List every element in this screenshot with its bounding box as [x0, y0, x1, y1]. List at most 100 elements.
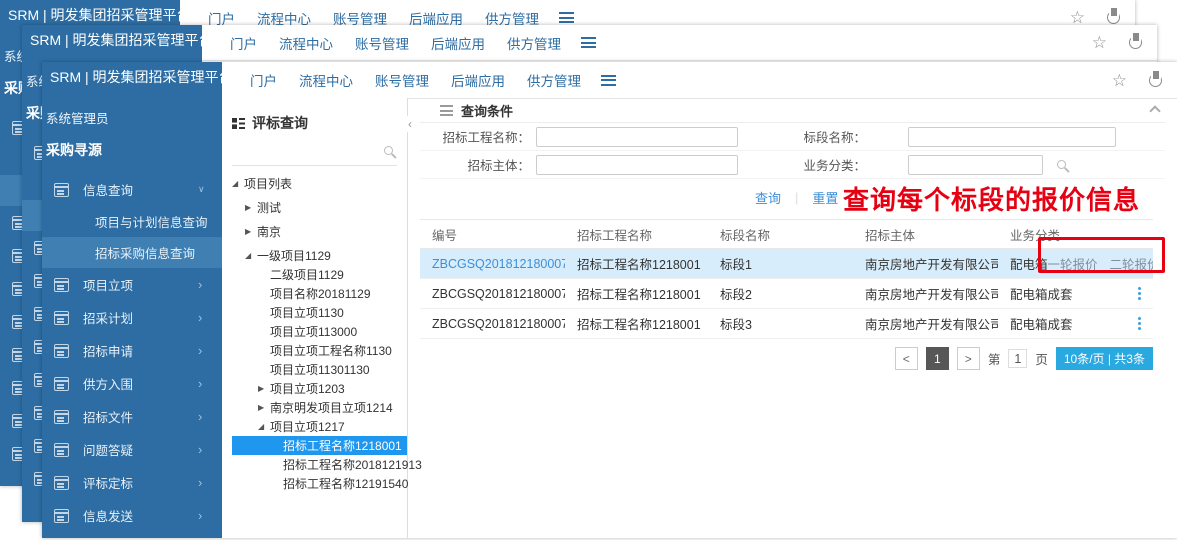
sidebar-menu-item[interactable]: 招标申请 [42, 334, 222, 367]
nav-item[interactable]: 门户 [230, 33, 257, 53]
tree-node[interactable]: 项目立项1130 [232, 303, 397, 322]
tree-node[interactable]: 南京明发项目立项1214 [232, 398, 397, 417]
row-id-link[interactable]: ZBCGSQ201812180007 [432, 257, 565, 271]
next-page-button[interactable]: > [957, 347, 980, 370]
screen: SRM | 明发集团招采管理平台 系统管理员 采购寻源 信息查询 项目与计划信息… [0, 0, 1177, 540]
tree-node[interactable]: 招标工程名称1218001 [232, 436, 407, 455]
tree-expander-icon[interactable] [258, 385, 270, 393]
query-buttons: 查询 | 重置 [420, 179, 1165, 215]
nav-item[interactable]: 后端应用 [451, 70, 505, 90]
table-row[interactable]: ZBCGSQ201812180007 招标工程名称1218001 标段3 南京房… [420, 309, 1153, 339]
row-actions: 一轮报价 二轮报价 [1048, 254, 1153, 273]
nav-item[interactable]: 流程中心 [299, 70, 353, 90]
sidebar-menu-item[interactable]: 信息查询 [42, 173, 222, 206]
category-value: 配电箱成套 [1010, 284, 1073, 303]
cell-entity: 南京房地产开发有限公司 [853, 249, 998, 279]
tree-expander-icon[interactable] [258, 423, 270, 431]
tree-node[interactable]: 项目立项1203 [232, 379, 397, 398]
sidebar-menu-item[interactable]: 招采计划 [42, 301, 222, 334]
hamburger-icon[interactable] [559, 12, 574, 23]
tree-expander-icon[interactable] [245, 252, 257, 260]
second-round-quote-button[interactable]: 二轮报价 [1110, 254, 1153, 273]
tree-node[interactable]: 项目立项11301130 [232, 360, 397, 379]
tree-search-input[interactable] [232, 140, 397, 164]
field-label-entity: 招标主体： [420, 155, 530, 174]
page-size-summary-badge[interactable]: 10条/页 | 共3条 [1056, 347, 1153, 370]
hamburger-icon[interactable] [581, 37, 596, 48]
tree-node[interactable]: 二级项目1129 [232, 265, 397, 284]
nav-item[interactable]: 供方管理 [527, 70, 581, 90]
tree-node[interactable]: 项目列表 [232, 174, 397, 193]
tree-expander-icon[interactable] [245, 204, 257, 212]
project-name-input[interactable] [536, 127, 738, 147]
app-title: SRM | 明发集团招采管理平台 [22, 25, 202, 55]
query-form-row-1: 招标工程名称： 标段名称： [420, 123, 1165, 151]
tree-expander-icon[interactable] [232, 180, 244, 188]
table-row[interactable]: ZBCGSQ201812180007 招标工程名称1218001 标段2 南京房… [420, 279, 1153, 309]
sidebar-item-label: 信息查询 [83, 180, 184, 199]
row-more-menu-icon[interactable] [1138, 317, 1141, 330]
document-icon [54, 377, 69, 391]
nav-item[interactable]: 供方管理 [507, 33, 561, 53]
sidebar-menu-item[interactable]: 招标采购信息查询 [42, 237, 222, 268]
divider: | [795, 190, 798, 205]
logout-power-icon[interactable] [1129, 36, 1142, 49]
search-button[interactable]: 查询 [755, 188, 781, 207]
tree-node[interactable]: 项目立项1217 [232, 417, 397, 436]
panel-collapse-icon[interactable]: ‹ [407, 116, 413, 132]
logout-power-icon[interactable] [1149, 74, 1162, 87]
query-section-header: 查询条件 [420, 99, 1165, 123]
category-input[interactable] [908, 155, 1043, 175]
hamburger-icon[interactable] [601, 75, 616, 86]
tree-node[interactable]: 项目立项工程名称1130 [232, 341, 397, 360]
user-name: 系统管理员 [42, 92, 222, 127]
tree-node[interactable]: 测试 [232, 198, 397, 217]
tree-panel: 评标查询 项目列表 测试 南京 一级项目1129 二级项目1129 项目名称20… [222, 98, 408, 538]
tree-node[interactable]: 招标工程名称2018121913 [232, 455, 397, 474]
nav-right: ☆ [1112, 72, 1162, 89]
table-row[interactable]: ZBCGSQ201812180007 招标工程名称1218001 标段1 南京房… [420, 249, 1153, 279]
nav-item[interactable]: 账号管理 [355, 33, 409, 53]
collapse-chevron-up-icon[interactable] [1149, 105, 1160, 116]
nav-items: 门户 流程中心 账号管理 后端应用 供方管理 [230, 33, 561, 53]
window-main: 门户 流程中心 账号管理 后端应用 供方管理 ☆ [222, 62, 1177, 538]
nav-item[interactable]: 账号管理 [375, 70, 429, 90]
tree-expander-icon[interactable] [258, 404, 270, 412]
tree-node[interactable]: 项目立项113000 [232, 322, 397, 341]
tree-node[interactable]: 一级项目1129 [232, 246, 397, 265]
sidebar-menu-item[interactable]: 信息发送 [42, 499, 222, 532]
tree-node[interactable]: 招标工程名称12191540 [232, 474, 397, 493]
tree-panel-header: 评标查询 [232, 112, 397, 134]
current-page-button[interactable]: 1 [926, 347, 949, 370]
favorite-star-icon[interactable]: ☆ [1092, 34, 1107, 51]
nav-item[interactable]: 后端应用 [431, 33, 485, 53]
category-lookup-icon[interactable] [1057, 160, 1066, 169]
sidebar-item-label: 信息发送 [83, 506, 184, 525]
section-name-input[interactable] [908, 127, 1116, 147]
tree-node-label: 项目立项11301130 [270, 361, 370, 378]
nav-item[interactable]: 流程中心 [279, 33, 333, 53]
sidebar-menu-item[interactable]: 供方入围 [42, 367, 222, 400]
nav-item[interactable]: 门户 [250, 70, 277, 90]
favorite-star-icon[interactable]: ☆ [1112, 72, 1127, 89]
sidebar-menu-item[interactable]: 问题答疑 [42, 433, 222, 466]
row-more-menu-icon[interactable] [1138, 287, 1141, 300]
tree-node-label: 项目立项1217 [270, 418, 345, 435]
page-jump-input[interactable]: 1 [1008, 349, 1027, 368]
tree-expander-icon[interactable] [245, 228, 257, 236]
tree-node[interactable]: 南京 [232, 222, 397, 241]
cell-id: ZBCGSQ201812180007 [420, 249, 565, 279]
entity-input[interactable] [536, 155, 738, 175]
sidebar-menu-item[interactable]: 项目立项 [42, 268, 222, 301]
sidebar-menu-item[interactable]: 招标文件 [42, 400, 222, 433]
prev-page-button[interactable]: < [895, 347, 918, 370]
logout-power-icon[interactable] [1107, 11, 1120, 24]
sidebar-menu-item[interactable]: 评标定标 [42, 466, 222, 499]
table-header-row: 编号 招标工程名称 标段名称 招标主体 业务分类 [420, 220, 1153, 249]
reset-button[interactable]: 重置 [812, 188, 838, 207]
favorite-star-icon[interactable]: ☆ [1070, 9, 1085, 26]
sidebar-item-label: 招采计划 [83, 308, 184, 327]
first-round-quote-button[interactable]: 一轮报价 [1048, 254, 1098, 273]
tree-node[interactable]: 项目名称20181129 [232, 284, 397, 303]
sidebar-menu-item[interactable]: 项目与计划信息查询 [42, 206, 222, 237]
